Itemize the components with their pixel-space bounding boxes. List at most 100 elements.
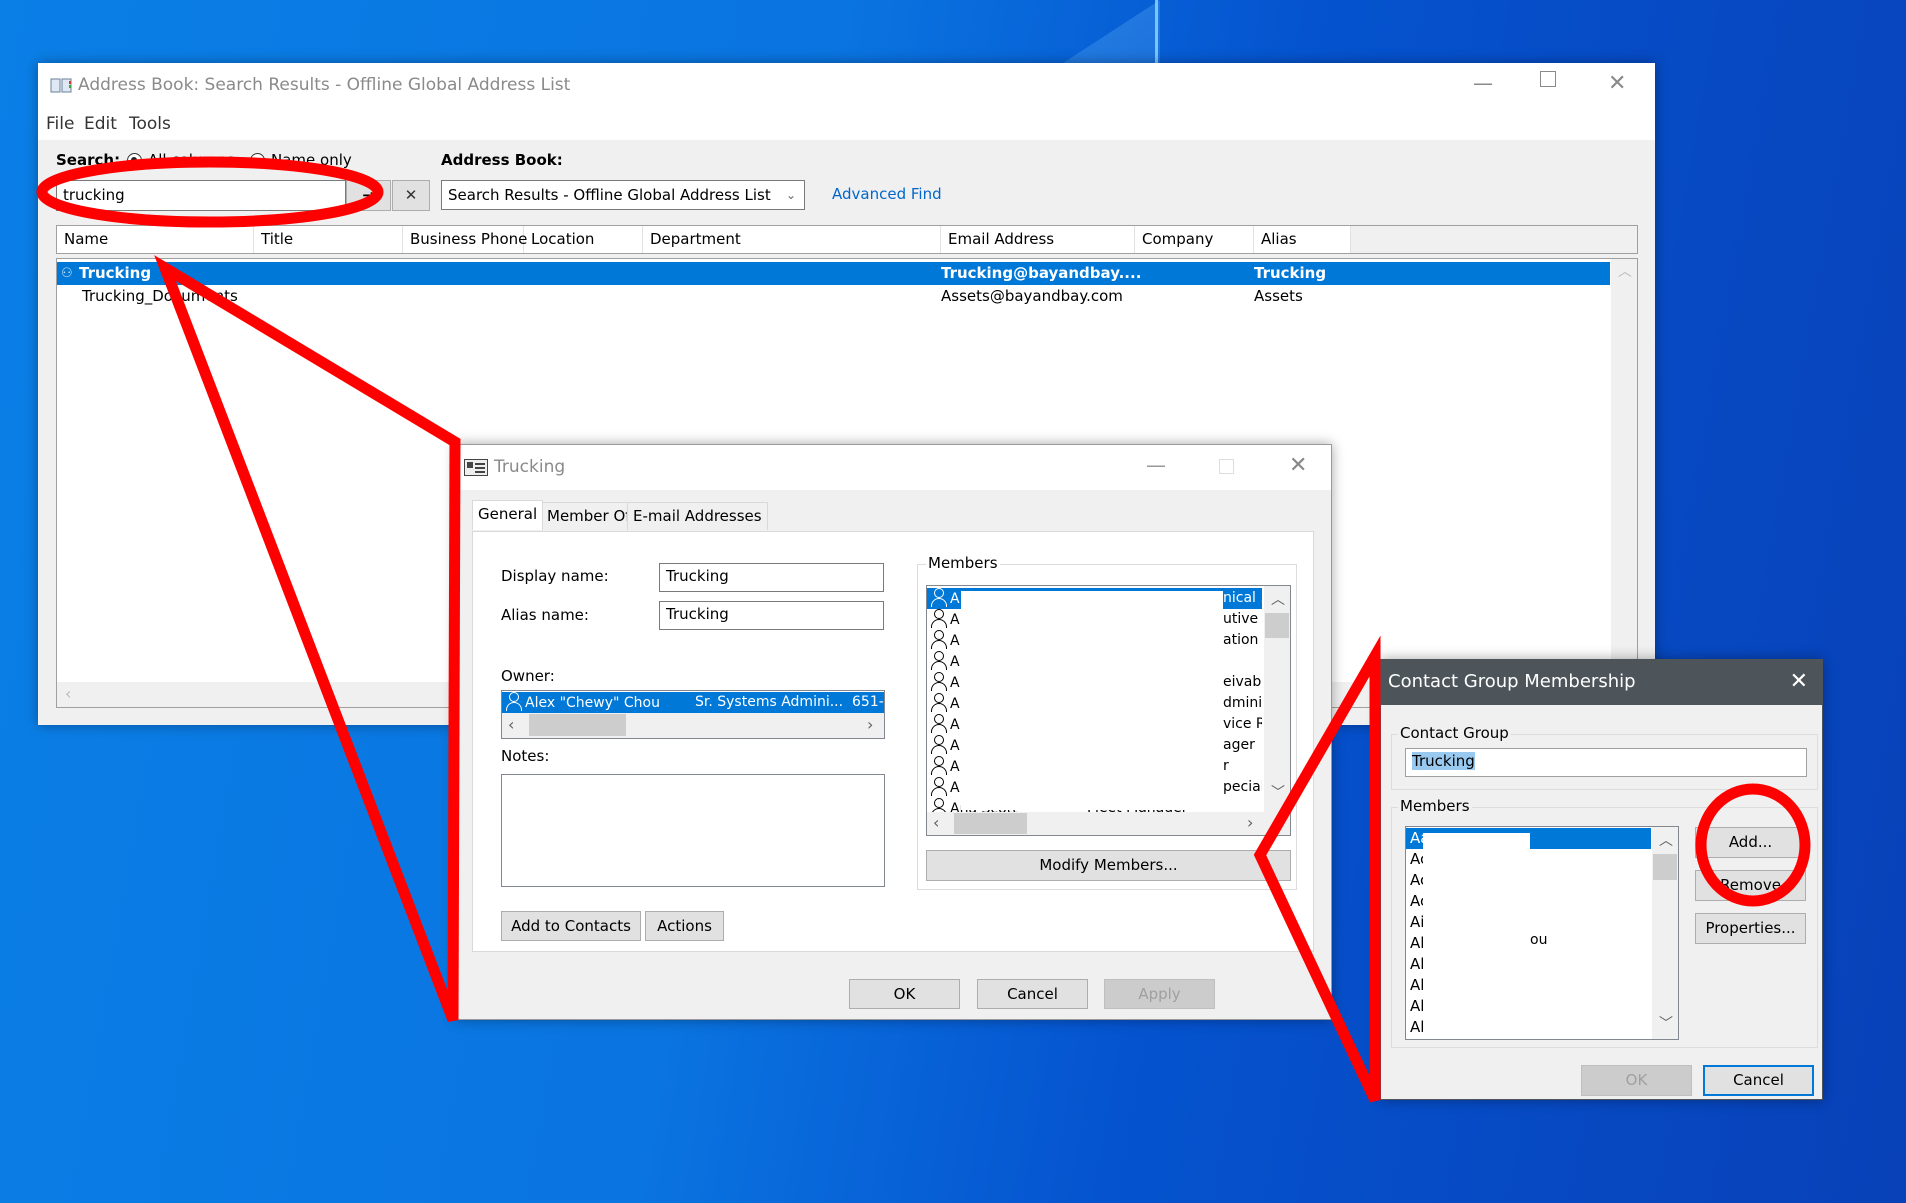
close-button[interactable]: ✕: [1790, 669, 1808, 694]
tab-member-of[interactable]: Member Of: [541, 502, 637, 530]
address-book-dropdown-value: Search Results - Offline Global Address …: [448, 186, 771, 204]
scroll-thumb[interactable]: [1265, 613, 1289, 638]
member-name: A: [950, 654, 960, 670]
minimize-button[interactable]: —: [1473, 73, 1493, 93]
members-vertical-scrollbar[interactable]: ︿ ﹀: [1652, 827, 1678, 1039]
properties-button[interactable]: Properties...: [1695, 913, 1806, 944]
member-name: A: [950, 738, 960, 754]
members-vertical-scrollbar[interactable]: ︿ ﹀: [1264, 586, 1290, 812]
membership-title: Contact Group Membership: [1388, 671, 1636, 692]
member-title: ation ...: [1223, 632, 1262, 648]
results-vertical-scrollbar[interactable]: ︿: [1611, 259, 1637, 682]
menu-edit[interactable]: Edit: [84, 114, 117, 134]
column-email[interactable]: Email Address: [941, 226, 1135, 253]
column-company[interactable]: Company: [1135, 226, 1254, 253]
members-group: Members AaAcAcAcAiAlAlAlAlAlAlyssa Holma…: [1391, 797, 1818, 1048]
result-email: Assets@bayandbay.com: [941, 287, 1123, 305]
menu-tools[interactable]: Tools: [129, 114, 171, 134]
general-tab-panel: Display name: Trucking Alias name: Truck…: [472, 531, 1314, 952]
person-icon: [931, 777, 947, 796]
remove-button[interactable]: Remove: [1695, 870, 1806, 901]
scroll-thumb[interactable]: [1653, 854, 1677, 880]
modify-members-button[interactable]: Modify Members...: [926, 850, 1291, 881]
scroll-left-icon[interactable]: ‹: [65, 686, 71, 702]
scroll-up-icon[interactable]: ︿: [1618, 265, 1632, 279]
address-book-label: Address Book:: [441, 151, 563, 169]
apply-button: Apply: [1104, 979, 1215, 1009]
menu-file[interactable]: File: [46, 114, 74, 134]
person-icon: [931, 693, 947, 712]
result-row-trucking-documents[interactable]: Trucking_Documents Assets@bayandbay.com …: [57, 285, 1610, 308]
tab-email-addresses[interactable]: E-mail Addresses: [627, 502, 768, 530]
members-horizontal-scrollbar[interactable]: ‹ ›: [927, 812, 1290, 835]
display-name-field[interactable]: Trucking: [659, 563, 884, 592]
member-title: nical ...: [1223, 590, 1262, 606]
member-title: pecial...: [1223, 779, 1262, 795]
column-name[interactable]: Name: [57, 226, 254, 253]
result-row-trucking[interactable]: ⚇ Trucking Trucking@bayandbay.... Trucki…: [57, 262, 1610, 285]
column-title[interactable]: Title: [254, 226, 403, 253]
owner-title: Sr. Systems Admini...: [695, 694, 844, 710]
scroll-down-icon[interactable]: ﹀: [1271, 786, 1285, 800]
address-book-icon: [50, 78, 72, 93]
minimize-button[interactable]: —: [1146, 455, 1166, 475]
scroll-right-icon[interactable]: ›: [1247, 815, 1253, 831]
scroll-left-icon[interactable]: ‹: [508, 717, 514, 733]
member-title: utive: [1223, 611, 1259, 627]
contact-group-label: Contact Group: [1398, 724, 1511, 742]
close-button[interactable]: ✕: [1289, 455, 1307, 477]
add-to-contacts-button[interactable]: Add to Contacts: [501, 911, 641, 941]
cancel-button[interactable]: Cancel: [977, 979, 1088, 1009]
scroll-thumb[interactable]: [954, 813, 1027, 834]
alias-name-field[interactable]: Trucking: [659, 601, 884, 630]
person-icon: [931, 672, 947, 691]
redaction-block: [1423, 833, 1530, 1033]
member-row[interactable]: Alyssa Holman: [1406, 1038, 1651, 1039]
scroll-thumb[interactable]: [529, 714, 626, 736]
owner-row[interactable]: Alex "Chewy" Chou Sr. Systems Admini... …: [502, 692, 884, 713]
person-icon: [931, 756, 947, 775]
radio-name-only[interactable]: [250, 153, 265, 168]
scroll-up-icon[interactable]: ︿: [1271, 593, 1285, 607]
person-icon: [931, 798, 947, 812]
trucking-dialog: Trucking — ✕ General Member Of E-mail Ad…: [455, 444, 1332, 1020]
owner-list[interactable]: Alex "Chewy" Chou Sr. Systems Admini... …: [501, 690, 885, 739]
radio-all-columns-label: All columns: [148, 151, 235, 169]
column-alias[interactable]: Alias: [1254, 226, 1351, 253]
search-clear-button[interactable]: ✕: [392, 180, 430, 211]
search-input[interactable]: trucking: [56, 180, 346, 211]
advanced-find-link[interactable]: Advanced Find: [832, 185, 942, 203]
notes-field[interactable]: [501, 774, 885, 887]
column-department[interactable]: Department: [643, 226, 941, 253]
cancel-button[interactable]: Cancel: [1703, 1065, 1814, 1096]
person-icon: [931, 609, 947, 628]
scroll-up-icon[interactable]: ︿: [1659, 834, 1673, 848]
actions-button[interactable]: Actions: [645, 911, 724, 941]
column-business-phone[interactable]: Business Phone: [403, 226, 527, 253]
add-button[interactable]: Add...: [1695, 827, 1806, 858]
scroll-right-icon[interactable]: ›: [867, 717, 873, 733]
address-book-dropdown[interactable]: Search Results - Offline Global Address …: [441, 180, 805, 210]
members-list[interactable]: AaAcAcAcAiAlAlAlAlAlAlyssa Holman ou ︿ ﹀: [1405, 826, 1679, 1040]
member-title: eivabl...: [1223, 674, 1262, 690]
scroll-left-icon[interactable]: ‹: [933, 815, 939, 831]
column-location[interactable]: Location: [524, 226, 643, 253]
members-list[interactable]: Anical ...AutiveAation ...AAeivabl...Adm…: [926, 585, 1291, 836]
results-header: Name Title Business Phone Location Depar…: [56, 225, 1638, 254]
tab-general[interactable]: General: [472, 500, 544, 530]
scroll-down-icon[interactable]: ﹀: [1659, 1017, 1673, 1031]
search-go-button[interactable]: →: [346, 180, 391, 211]
contact-group-field[interactable]: Trucking: [1405, 748, 1807, 777]
owner-phone: 651-3: [852, 694, 884, 710]
member-name: A: [950, 675, 960, 691]
owner-horizontal-scrollbar[interactable]: ‹ ›: [502, 713, 884, 738]
maximize-button[interactable]: [1540, 71, 1556, 87]
distribution-list-icon: ⚇: [61, 266, 73, 281]
close-button[interactable]: ✕: [1608, 73, 1626, 95]
radio-all-columns[interactable]: [127, 153, 142, 168]
result-alias: Assets: [1254, 287, 1303, 305]
ok-button[interactable]: OK: [849, 979, 960, 1009]
members-label: Members: [1398, 797, 1472, 815]
person-icon: [931, 630, 947, 649]
trucking-titlebar: Trucking — ✕: [456, 445, 1331, 490]
